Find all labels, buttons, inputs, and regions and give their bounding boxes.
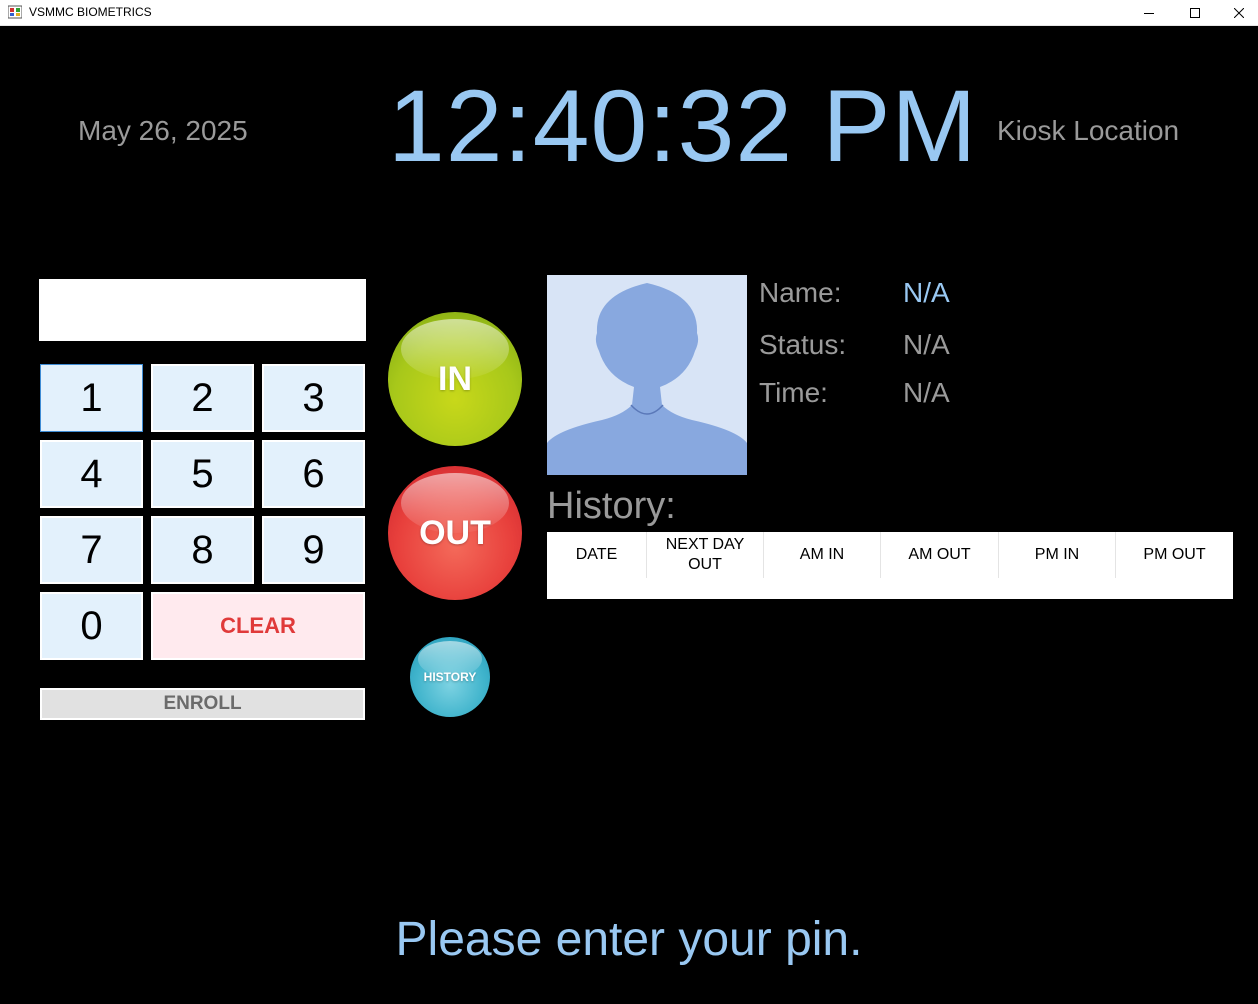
history-button-label: HISTORY bbox=[423, 670, 477, 684]
clock: 12:40:32 PM bbox=[388, 69, 978, 183]
history-button[interactable]: HISTORY bbox=[410, 637, 490, 717]
column-header-pm-in: PM IN bbox=[999, 532, 1116, 578]
user-silhouette-icon bbox=[547, 275, 747, 475]
clear-button[interactable]: CLEAR bbox=[151, 592, 365, 660]
time-label: Time: bbox=[759, 377, 828, 408]
status-prompt: Please enter your pin. bbox=[395, 913, 863, 966]
current-date: May 26, 2025 bbox=[78, 115, 248, 146]
employee-photo bbox=[547, 275, 747, 475]
maximize-button[interactable] bbox=[1172, 0, 1218, 26]
enroll-button[interactable]: ENROLL bbox=[40, 688, 365, 720]
key-4[interactable]: 4 bbox=[40, 440, 143, 508]
name-label: Name: bbox=[759, 277, 842, 308]
title-bar: VSMMC BIOMETRICS bbox=[0, 0, 1258, 26]
minimize-button[interactable] bbox=[1126, 0, 1172, 26]
time-value: N/A bbox=[903, 377, 950, 408]
column-header-next-day-out: NEXT DAY OUT bbox=[647, 532, 764, 578]
history-table: DATE NEXT DAY OUT AM IN AM OUT PM IN PM … bbox=[547, 532, 1233, 599]
key-6[interactable]: 6 bbox=[262, 440, 365, 508]
key-8[interactable]: 8 bbox=[151, 516, 254, 584]
key-9[interactable]: 9 bbox=[262, 516, 365, 584]
column-header-pm-out: PM OUT bbox=[1143, 546, 1206, 563]
name-value: N/A bbox=[903, 277, 950, 308]
time-in-button[interactable]: IN bbox=[388, 312, 522, 446]
time-in-label: IN bbox=[438, 359, 472, 398]
time-out-button[interactable]: OUT bbox=[388, 466, 522, 600]
time-out-label: OUT bbox=[419, 513, 491, 552]
close-button[interactable] bbox=[1216, 0, 1258, 26]
key-1[interactable]: 1 bbox=[40, 364, 143, 432]
key-3[interactable]: 3 bbox=[262, 364, 365, 432]
key-7[interactable]: 7 bbox=[40, 516, 143, 584]
minimize-icon bbox=[1144, 13, 1154, 14]
status-label: Status: bbox=[759, 329, 847, 360]
app-icon bbox=[8, 5, 22, 19]
key-0[interactable]: 0 bbox=[40, 592, 143, 660]
column-header-am-in: AM IN bbox=[764, 532, 881, 578]
window-title: VSMMC BIOMETRICS bbox=[29, 5, 152, 19]
key-5[interactable]: 5 bbox=[151, 440, 254, 508]
history-title: History: bbox=[547, 485, 676, 527]
kiosk-location: Kiosk Location bbox=[997, 115, 1180, 146]
pin-input[interactable] bbox=[39, 279, 366, 341]
key-2[interactable]: 2 bbox=[151, 364, 254, 432]
column-header-date: DATE bbox=[547, 532, 647, 578]
close-icon bbox=[1234, 8, 1244, 18]
status-value: N/A bbox=[903, 329, 950, 360]
column-header-am-out: AM OUT bbox=[881, 532, 999, 578]
maximize-icon bbox=[1190, 8, 1200, 18]
